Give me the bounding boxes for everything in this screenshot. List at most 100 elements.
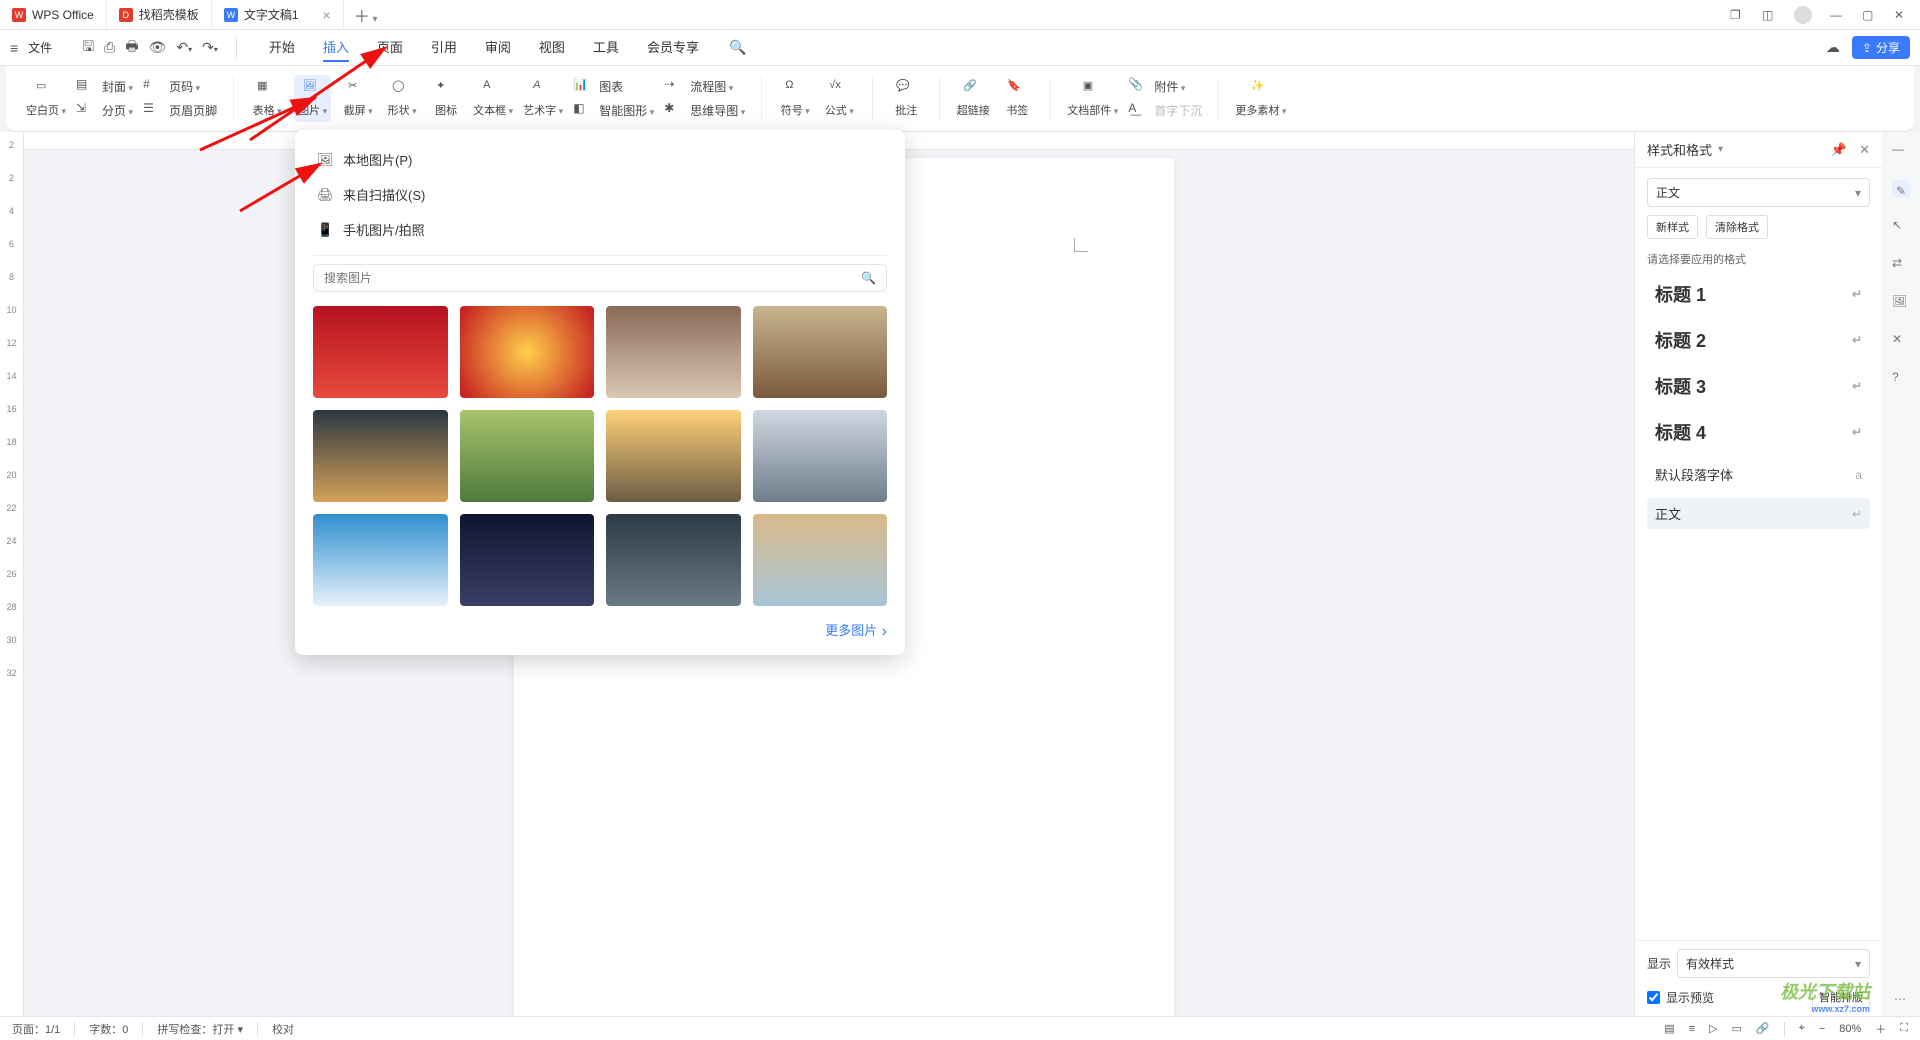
file-menu[interactable]: 文件 [28, 39, 52, 56]
thumb-field[interactable] [460, 410, 595, 502]
view-outline-icon[interactable]: ≡ [1689, 1023, 1695, 1035]
local-picture-item[interactable]: 🖼本地图片(P) [313, 142, 887, 177]
textbox-button[interactable]: A文本框 [473, 79, 513, 118]
formula-button[interactable]: √x公式 [822, 79, 856, 118]
preview-icon[interactable]: 👁 [149, 39, 167, 56]
header-footer-button[interactable]: ☰页眉页脚 [143, 101, 217, 121]
style-heading3[interactable]: 标题 3↵ [1647, 367, 1870, 405]
tab-templates[interactable]: D 找稻壳模板 [107, 0, 212, 29]
thumb-road-2024[interactable] [606, 410, 741, 502]
zoom-out-button[interactable]: − [1819, 1023, 1825, 1035]
thumb-chalkboard[interactable] [606, 514, 741, 606]
proofing-status[interactable]: 校对 [272, 1021, 294, 1037]
attachment-button[interactable]: 📎附件 [1128, 77, 1202, 97]
link-icon[interactable]: 🔗 [1756, 1022, 1770, 1035]
pointer-icon[interactable]: ↖ [1892, 218, 1910, 236]
flowchart-button[interactable]: ⇢流程图 [664, 77, 745, 97]
collapse-icon[interactable]: — [1892, 142, 1910, 160]
hamburger-icon[interactable]: ≡ [10, 40, 18, 56]
icon-button[interactable]: ✦图标 [429, 79, 463, 118]
view-web-icon[interactable]: ▭ [1732, 1022, 1742, 1035]
smartart-button[interactable]: ◧智能图形 [573, 101, 654, 121]
view-read-icon[interactable]: ▷ [1709, 1022, 1717, 1035]
redo-icon[interactable]: ↷▾ [202, 39, 218, 56]
pagenum-button[interactable]: #页码 [143, 77, 217, 97]
chart-button[interactable]: 📊图表 [573, 77, 654, 97]
thumb-dumplings[interactable] [606, 306, 741, 398]
search-icon[interactable]: 🔍 [729, 39, 746, 56]
save-icon[interactable]: 🖫 [82, 36, 94, 60]
cloud-icon[interactable]: ☁ [1826, 39, 1840, 56]
thumb-desert-door[interactable] [753, 514, 888, 606]
style-body[interactable]: 正文↵ [1647, 498, 1870, 529]
maximize-icon[interactable]: ▢ [1862, 8, 1876, 22]
style-heading2[interactable]: 标题 2↵ [1647, 321, 1870, 359]
search-go-icon[interactable]: 🔍 [861, 271, 876, 285]
zoom-in-button[interactable]: ＋ [1875, 1021, 1886, 1037]
thumb-laptop[interactable] [460, 514, 595, 606]
wordart-button[interactable]: A艺术字 [523, 79, 563, 118]
thumb-2024-red[interactable] [460, 306, 595, 398]
cover-button[interactable]: ▤封面 [76, 77, 133, 97]
pin-icon[interactable]: 📌 [1831, 142, 1847, 158]
add-tab-button[interactable]: ＋ ▾ [344, 3, 388, 27]
thumb-dartboard[interactable] [313, 410, 448, 502]
hyperlink-button[interactable]: 🔗超链接 [956, 79, 990, 118]
close-icon[interactable]: × [323, 7, 331, 23]
more-pictures-link[interactable]: 更多图片 [313, 620, 887, 641]
spellcheck-status[interactable]: 拼写检查：打开 ▾ [157, 1021, 243, 1037]
docparts-button[interactable]: ▣文档部件 [1067, 79, 1118, 118]
view-page-icon[interactable]: ▤ [1664, 1022, 1674, 1035]
more-assets-button[interactable]: ✨更多素材 [1235, 79, 1286, 118]
avatar-icon[interactable] [1794, 6, 1812, 24]
zoom-level[interactable]: 80% [1839, 1023, 1861, 1035]
menu-insert[interactable]: 插入 [323, 33, 349, 62]
new-style-button[interactable]: 新样式 [1647, 215, 1698, 239]
blank-page-button[interactable]: ▭空白页 [26, 79, 66, 118]
clear-format-button[interactable]: 清除格式 [1706, 215, 1768, 239]
show-preview-checkbox[interactable] [1647, 991, 1660, 1004]
share-button[interactable]: ⇪分享 [1852, 36, 1910, 59]
menu-page[interactable]: 页面 [377, 33, 403, 62]
tools-icon[interactable]: ✕ [1892, 332, 1910, 350]
style-heading1[interactable]: 标题 1↵ [1647, 275, 1870, 313]
bookmark-button[interactable]: 🔖书签 [1000, 79, 1034, 118]
close-panel-icon[interactable]: ✕ [1859, 142, 1870, 158]
tab-wps-home[interactable]: W WPS Office [0, 0, 107, 29]
more-icon[interactable]: ⋯ [1894, 992, 1908, 1006]
minimize-icon[interactable]: — [1830, 8, 1844, 22]
thumb-lantern[interactable] [313, 306, 448, 398]
thumb-winter-road[interactable] [753, 410, 888, 502]
gallery-icon[interactable]: 🖼 [1892, 294, 1910, 312]
picture-button[interactable]: 🖼图片 [294, 75, 331, 122]
word-count[interactable]: 字数：0 [89, 1021, 128, 1037]
edit-icon[interactable]: ✎ [1892, 180, 1910, 198]
tab-document[interactable]: W 文字文稿1 × [212, 0, 344, 29]
search-input[interactable] [324, 271, 861, 285]
table-button[interactable]: ▦表格 [250, 79, 284, 118]
shape-button[interactable]: ◯形状 [385, 79, 419, 118]
focus-icon[interactable]: ⌖ [1799, 1022, 1805, 1035]
style-default-font[interactable]: 默认段落字体a [1647, 459, 1870, 490]
symbol-button[interactable]: Ω符号 [778, 79, 812, 118]
menu-review[interactable]: 审阅 [485, 33, 511, 62]
saveas-icon[interactable]: ⎙ [104, 39, 115, 56]
mobile-photo-item[interactable]: 📱手机图片/拍照 [313, 212, 887, 247]
dropcap-button[interactable]: A͟首字下沉 [1128, 101, 1202, 121]
menu-reference[interactable]: 引用 [431, 33, 457, 62]
thumb-surfer[interactable] [313, 514, 448, 606]
menu-view[interactable]: 视图 [539, 33, 565, 62]
close-window-icon[interactable]: ✕ [1894, 8, 1908, 22]
undo-icon[interactable]: ↶▾ [176, 39, 192, 56]
settings-icon[interactable]: ⇄ [1892, 256, 1910, 274]
menu-member[interactable]: 会员专享 [647, 33, 699, 62]
section-button[interactable]: ⇲分页 [76, 101, 133, 121]
print-icon[interactable]: 🖶 [125, 36, 138, 60]
current-style-select[interactable]: 正文▾ [1647, 178, 1870, 207]
fullscreen-icon[interactable]: ⛶ [1900, 1022, 1908, 1035]
image-search-box[interactable]: 🔍 [313, 264, 887, 292]
menu-tools[interactable]: 工具 [593, 33, 619, 62]
thumb-horse[interactable] [753, 306, 888, 398]
cube-icon[interactable]: ◫ [1762, 8, 1776, 22]
page-indicator[interactable]: 页面：1/1 [12, 1021, 60, 1037]
